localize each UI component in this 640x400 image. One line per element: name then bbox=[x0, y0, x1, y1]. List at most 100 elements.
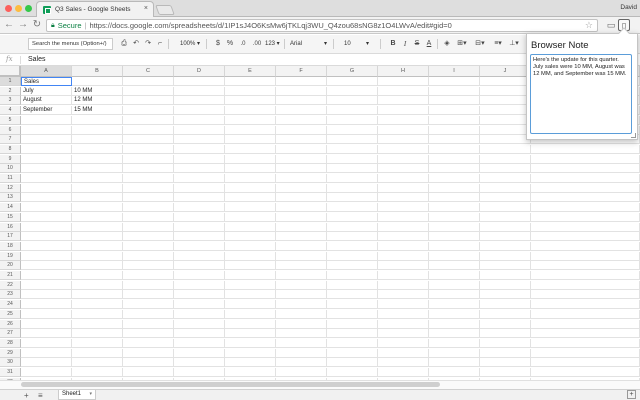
cell-a21[interactable] bbox=[21, 271, 72, 280]
row-header-26[interactable]: 26 bbox=[0, 319, 21, 329]
cell-g13[interactable] bbox=[327, 193, 378, 203]
more-formats-select[interactable]: 123 ▾ bbox=[265, 38, 280, 50]
cell-overflow[interactable] bbox=[531, 212, 640, 222]
row-header-5[interactable]: 5 bbox=[0, 115, 21, 125]
cell-f25[interactable] bbox=[276, 309, 327, 319]
cell-c4[interactable] bbox=[123, 106, 174, 116]
cell-g7[interactable] bbox=[327, 135, 378, 145]
cell-d19[interactable] bbox=[174, 251, 225, 261]
cell-d20[interactable] bbox=[174, 261, 225, 271]
cell-e30[interactable] bbox=[225, 358, 276, 368]
italic-button[interactable]: I bbox=[401, 38, 409, 50]
cell-f27[interactable] bbox=[276, 329, 327, 339]
cell-overflow[interactable] bbox=[531, 232, 640, 242]
cell-a4[interactable]: September bbox=[21, 106, 72, 116]
cell-i11[interactable] bbox=[429, 174, 480, 183]
sheet-tab[interactable]: Sheet1 ▾ bbox=[58, 390, 96, 400]
cell-a23[interactable] bbox=[21, 290, 72, 300]
cell-c12[interactable] bbox=[123, 183, 174, 193]
decrease-decimal-button[interactable]: .0 bbox=[238, 38, 248, 50]
cell-b20[interactable] bbox=[72, 261, 123, 271]
row-header-4[interactable]: 4 bbox=[0, 106, 21, 116]
row-header-20[interactable]: 20 bbox=[0, 261, 21, 271]
cell-h29[interactable] bbox=[378, 348, 429, 358]
cell-i27[interactable] bbox=[429, 329, 480, 339]
cell-c6[interactable] bbox=[123, 125, 174, 135]
cell-c22[interactable] bbox=[123, 280, 174, 290]
cell-h22[interactable] bbox=[378, 280, 429, 290]
cell-b4[interactable]: 15 MM bbox=[72, 106, 123, 116]
cell-b18[interactable] bbox=[72, 241, 123, 251]
cell-overflow[interactable] bbox=[531, 280, 640, 290]
cell-a17[interactable] bbox=[21, 232, 72, 242]
cell-d25[interactable] bbox=[174, 309, 225, 319]
cell-d30[interactable] bbox=[174, 358, 225, 368]
cell-i1[interactable] bbox=[429, 77, 480, 86]
row-header-23[interactable]: 23 bbox=[0, 290, 21, 300]
cell-f4[interactable] bbox=[276, 106, 327, 116]
cell-a29[interactable] bbox=[21, 348, 72, 358]
cell-i7[interactable] bbox=[429, 135, 480, 145]
cell-h14[interactable] bbox=[378, 203, 429, 213]
cell-d4[interactable] bbox=[174, 106, 225, 116]
cell-a10[interactable] bbox=[21, 164, 72, 174]
cell-g12[interactable] bbox=[327, 183, 378, 193]
cell-b11[interactable] bbox=[72, 174, 123, 183]
row-header-25[interactable]: 25 bbox=[0, 309, 21, 319]
cell-j9[interactable] bbox=[480, 154, 531, 164]
horizontal-scrollbar[interactable] bbox=[21, 382, 440, 387]
cell-b21[interactable] bbox=[72, 271, 123, 280]
cell-overflow[interactable] bbox=[531, 271, 640, 280]
cell-i5[interactable] bbox=[429, 115, 480, 125]
row-header-7[interactable]: 7 bbox=[0, 135, 21, 145]
cell-f20[interactable] bbox=[276, 261, 327, 271]
row-header-3[interactable]: 3 bbox=[0, 96, 21, 106]
cell-i15[interactable] bbox=[429, 212, 480, 222]
cell-h31[interactable] bbox=[378, 368, 429, 377]
cell-h7[interactable] bbox=[378, 135, 429, 145]
cell-a2[interactable]: July bbox=[21, 86, 72, 96]
cell-c17[interactable] bbox=[123, 232, 174, 242]
cell-g14[interactable] bbox=[327, 203, 378, 213]
profile-name[interactable]: David bbox=[620, 4, 637, 11]
cell-f1[interactable] bbox=[276, 77, 327, 86]
new-tab-button[interactable] bbox=[155, 5, 175, 15]
column-header-f[interactable]: F bbox=[276, 66, 327, 77]
address-bar[interactable]: 🔒︎ Secure | https://docs.google.com/spre… bbox=[46, 19, 598, 32]
cell-overflow[interactable] bbox=[531, 183, 640, 193]
cell-e23[interactable] bbox=[225, 290, 276, 300]
cell-b15[interactable] bbox=[72, 212, 123, 222]
row-header-30[interactable]: 30 bbox=[0, 358, 21, 368]
cell-b27[interactable] bbox=[72, 329, 123, 339]
print-icon[interactable]: ⎙ bbox=[119, 38, 129, 50]
cell-d16[interactable] bbox=[174, 222, 225, 232]
column-header-i[interactable]: I bbox=[429, 66, 480, 77]
cell-g28[interactable] bbox=[327, 338, 378, 348]
cell-d17[interactable] bbox=[174, 232, 225, 242]
vertical-align-icon[interactable]: ⊥▾ bbox=[508, 38, 520, 50]
cell-a15[interactable] bbox=[21, 212, 72, 222]
cell-c16[interactable] bbox=[123, 222, 174, 232]
cell-overflow[interactable] bbox=[531, 348, 640, 358]
cell-b29[interactable] bbox=[72, 348, 123, 358]
cell-e6[interactable] bbox=[225, 125, 276, 135]
cell-overflow[interactable] bbox=[531, 290, 640, 300]
reload-icon[interactable]: ↻ bbox=[31, 19, 43, 31]
cell-d28[interactable] bbox=[174, 338, 225, 348]
cell-overflow[interactable] bbox=[531, 251, 640, 261]
cell-e15[interactable] bbox=[225, 212, 276, 222]
cell-f23[interactable] bbox=[276, 290, 327, 300]
cell-e27[interactable] bbox=[225, 329, 276, 339]
cell-f11[interactable] bbox=[276, 174, 327, 183]
column-header-j[interactable]: J bbox=[480, 66, 531, 77]
bold-button[interactable]: B bbox=[389, 38, 397, 50]
cell-e10[interactable] bbox=[225, 164, 276, 174]
cell-d29[interactable] bbox=[174, 348, 225, 358]
cell-e9[interactable] bbox=[225, 154, 276, 164]
cell-a5[interactable] bbox=[21, 115, 72, 125]
cell-e5[interactable] bbox=[225, 115, 276, 125]
cell-i21[interactable] bbox=[429, 271, 480, 280]
column-header-d[interactable]: D bbox=[174, 66, 225, 77]
cell-j5[interactable] bbox=[480, 115, 531, 125]
cell-a7[interactable] bbox=[21, 135, 72, 145]
